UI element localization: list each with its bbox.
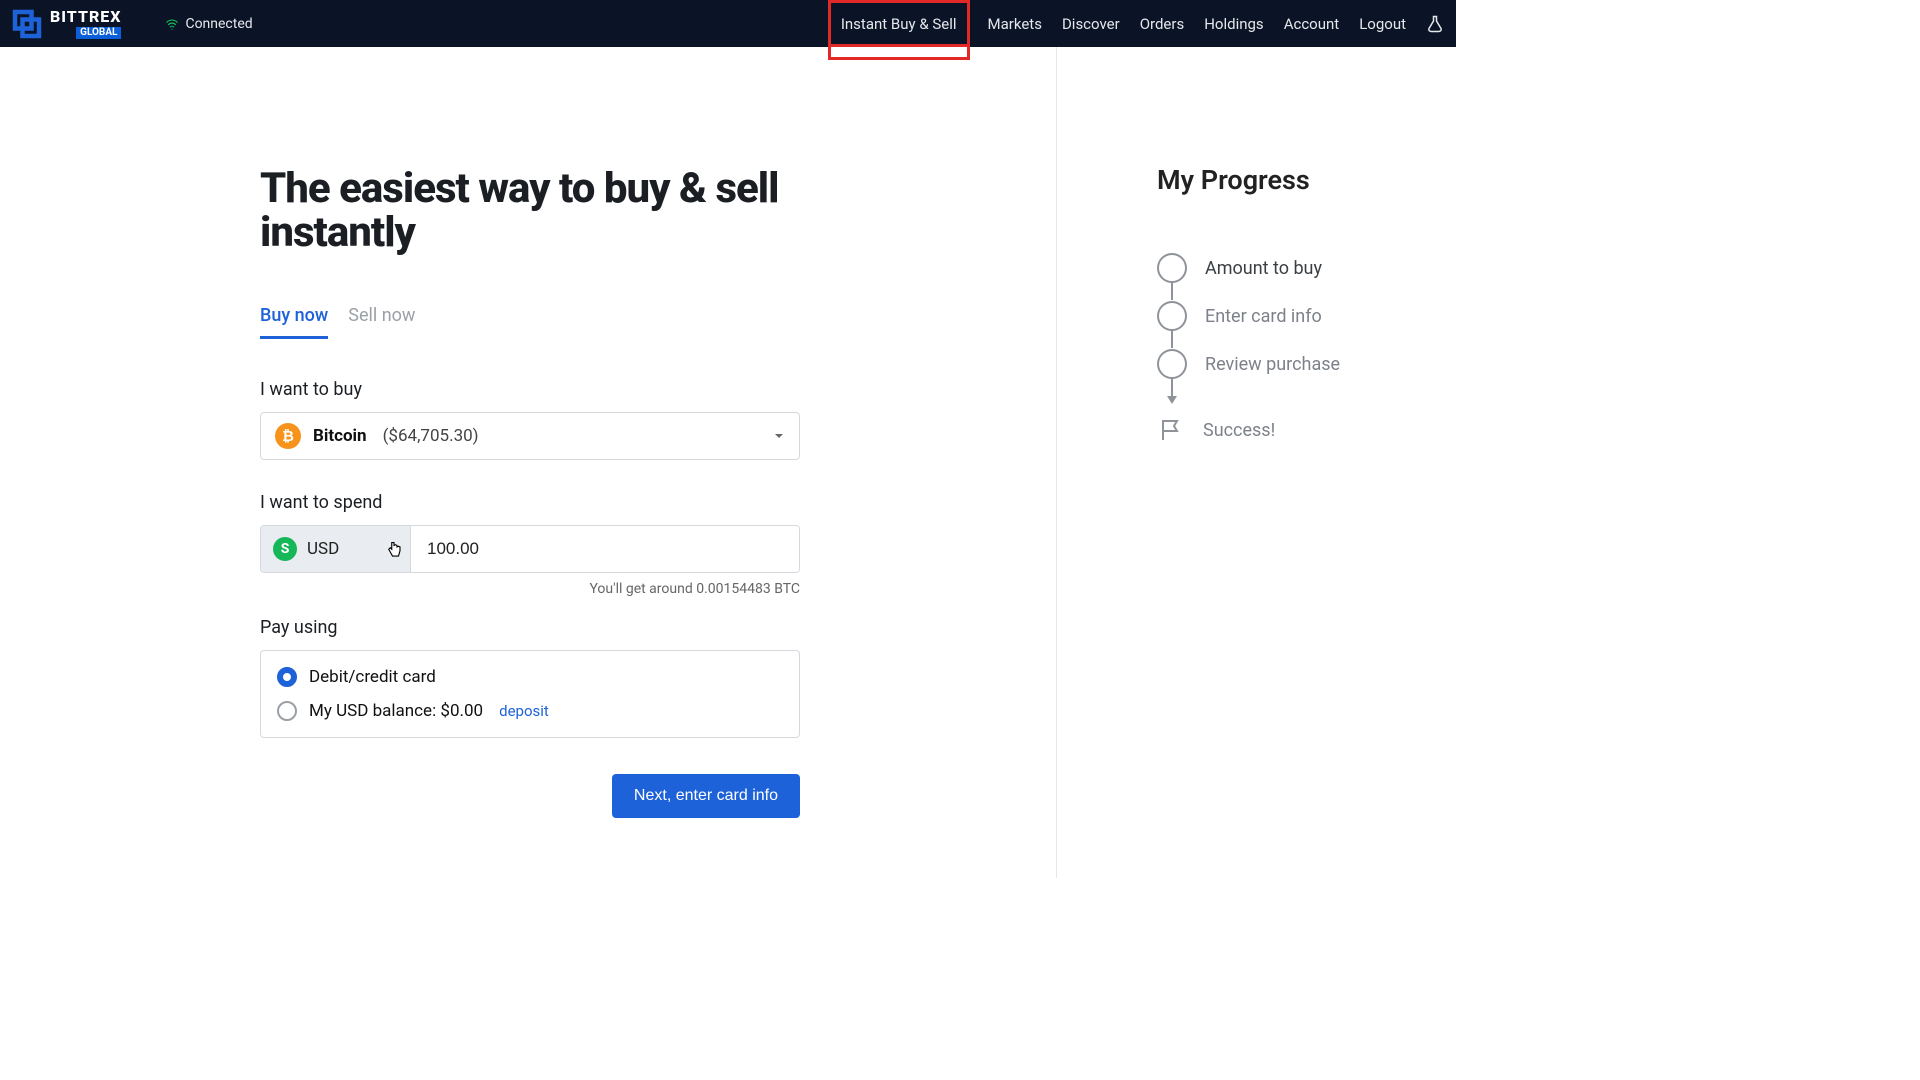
step-label: Enter card info: [1205, 306, 1322, 327]
currency-code: USD: [307, 539, 339, 559]
coin-select[interactable]: ₿ Bitcoin ($64,705.30): [260, 412, 800, 460]
step-circle-icon: [1157, 301, 1187, 331]
spend-label: I want to spend: [260, 492, 800, 513]
brand-sub: GLOBAL: [76, 27, 121, 39]
flask-icon: [1426, 15, 1444, 33]
header: BITTREX GLOBAL Connected Instant Buy & S…: [0, 0, 1456, 47]
pay-balance-amount: 0.00: [450, 701, 483, 721]
chevron-down-icon: [773, 430, 785, 442]
wifi-icon: [165, 17, 179, 31]
nav-account[interactable]: Account: [1282, 0, 1342, 47]
tabs: Buy now Sell now: [260, 305, 800, 339]
deposit-link[interactable]: deposit: [499, 702, 549, 720]
sidebar: My Progress Amount to buy Enter card inf…: [1056, 47, 1456, 878]
nav-instant[interactable]: Instant Buy & Sell: [828, 0, 970, 47]
flag-icon: [1157, 418, 1185, 442]
pay-balance-label: My USD balance: $0.00: [309, 701, 483, 721]
pay-card-label: Debit/credit card: [309, 667, 436, 687]
nav-labs[interactable]: [1424, 0, 1446, 47]
connected-label: Connected: [185, 16, 252, 32]
step-circle-icon: [1157, 349, 1187, 379]
coin-name: Bitcoin: [313, 426, 367, 446]
progress-list: Amount to buy Enter card info Review pur…: [1157, 244, 1456, 454]
svg-text:₿: ₿: [282, 427, 294, 445]
pay-balance-prefix: My USD balance: $: [309, 701, 450, 721]
nav-holdings[interactable]: Holdings: [1202, 0, 1265, 47]
step-circle-icon: [1157, 253, 1187, 283]
step-label: Review purchase: [1205, 354, 1340, 375]
nav-logout[interactable]: Logout: [1357, 0, 1408, 47]
tab-buy[interactable]: Buy now: [260, 305, 328, 339]
connection-status: Connected: [165, 16, 252, 32]
bitcoin-icon: ₿: [275, 423, 301, 449]
pay-card-option[interactable]: Debit/credit card: [277, 667, 783, 687]
step-arrow-icon: [1171, 378, 1173, 396]
currency-select[interactable]: S USD: [261, 526, 411, 572]
next-button[interactable]: Next, enter card info: [612, 774, 800, 818]
step-label: Amount to buy: [1205, 258, 1322, 279]
pay-box: Debit/credit card My USD balance: $0.00 …: [260, 650, 800, 738]
progress-step-success: Success!: [1157, 406, 1456, 454]
pay-balance-option[interactable]: My USD balance: $0.00 deposit: [277, 701, 783, 721]
amount-input[interactable]: [411, 526, 799, 572]
nav-markets[interactable]: Markets: [986, 0, 1044, 47]
estimate-text: You'll get around 0.00154483 BTC: [260, 581, 800, 597]
logo-icon: [12, 9, 42, 39]
pay-card-radio[interactable]: [277, 667, 297, 687]
page-title: The easiest way to buy & sell instantly: [260, 167, 800, 255]
progress-step-amount: Amount to buy: [1157, 244, 1456, 292]
usd-icon: S: [273, 537, 297, 561]
progress-step-card: Enter card info: [1157, 292, 1456, 340]
progress-step-review: Review purchase: [1157, 340, 1456, 388]
coin-price: ($64,705.30): [383, 426, 479, 446]
tab-sell[interactable]: Sell now: [348, 305, 415, 339]
nav-discover[interactable]: Discover: [1060, 0, 1122, 47]
buy-label: I want to buy: [260, 379, 800, 400]
logo[interactable]: BITTREX GLOBAL: [12, 9, 121, 39]
spend-row: S USD: [260, 525, 800, 573]
nav-orders[interactable]: Orders: [1138, 0, 1187, 47]
top-nav: Instant Buy & Sell Markets Discover Orde…: [828, 0, 1446, 47]
step-label: Success!: [1203, 420, 1275, 441]
brand-name: BITTREX: [50, 9, 121, 25]
pay-label: Pay using: [260, 617, 800, 638]
progress-title: My Progress: [1157, 164, 1456, 196]
pay-balance-radio[interactable]: [277, 701, 297, 721]
chevron-down-icon: [388, 544, 398, 554]
